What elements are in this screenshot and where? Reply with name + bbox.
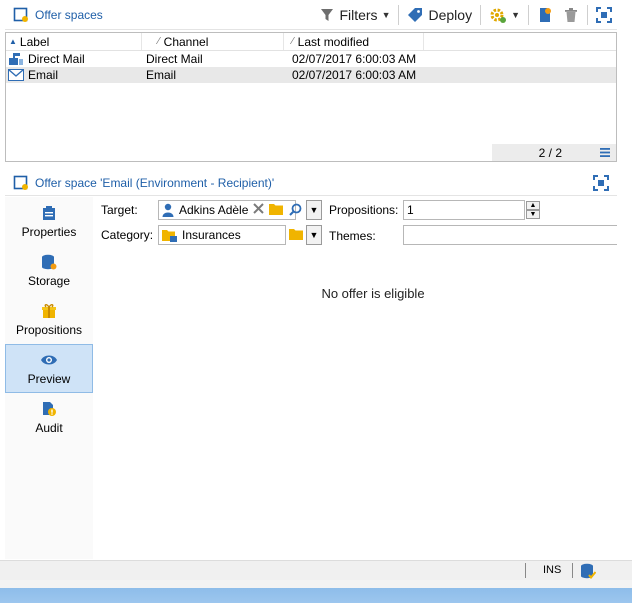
folder-icon[interactable] — [269, 203, 283, 215]
sort-ascending-icon: ▲ — [9, 37, 17, 46]
properties-icon — [42, 204, 56, 222]
record-count: 2 / 2 — [538, 145, 562, 160]
column-header-label[interactable]: ▲ Label — [6, 33, 142, 50]
table-row[interactable]: Email Email 02/07/2017 6:00:03 AM — [6, 67, 616, 83]
nav-properties[interactable]: Properties — [5, 197, 93, 246]
propositions-label: Propositions: — [329, 203, 399, 217]
propositions-decrement-button[interactable]: ▼ — [526, 210, 540, 219]
row-label: Email — [28, 68, 59, 82]
maximize-button[interactable] — [591, 3, 617, 27]
category-field[interactable]: Insurances — [158, 225, 286, 245]
deploy-icon — [407, 7, 423, 23]
expand-icon[interactable] — [593, 174, 609, 191]
themes-input[interactable] — [403, 225, 617, 245]
list-footer: 2 / 2 — [492, 144, 616, 161]
list-header: ▲ Label ⁄ Channel ⁄ Last modified — [6, 33, 616, 51]
clear-icon[interactable] — [253, 203, 264, 214]
target-dropdown-button[interactable]: ▼ — [306, 200, 322, 220]
offer-space-icon — [13, 7, 29, 23]
chevron-up-icon: ▲ — [529, 202, 537, 209]
window-bottom-bar — [0, 580, 632, 603]
eye-icon — [40, 351, 58, 369]
new-button[interactable] — [532, 3, 558, 27]
row-label: Direct Mail — [28, 52, 85, 66]
status-divider — [525, 563, 526, 578]
offer-spaces-title: Offer spaces — [13, 7, 103, 23]
category-label: Category: — [101, 228, 154, 242]
detail-title: Offer space 'Email (Environment - Recipi… — [35, 175, 275, 190]
offer-spaces-toolbar: Offer spaces Filters ▼ Deploy ▼ — [5, 0, 617, 30]
detail-sidebar: Properties Storage Propositions Preview … — [5, 197, 93, 559]
audit-icon — [41, 400, 57, 418]
themes-label: Themes: — [329, 229, 376, 243]
column-header-channel[interactable]: ⁄ Channel — [142, 33, 284, 50]
direct-mail-icon — [8, 52, 24, 66]
sort-indicator-icon: ⁄ — [158, 36, 160, 47]
search-icon[interactable] — [289, 203, 302, 216]
propositions-increment-button[interactable]: ▲ — [526, 201, 540, 210]
envelope-icon — [8, 69, 24, 81]
toolbar-divider — [480, 4, 482, 25]
chevron-down-icon: ▼ — [309, 205, 319, 215]
row-channel: Email — [146, 68, 177, 82]
category-value: Insurances — [182, 228, 241, 242]
column-header-last-modified[interactable]: ⁄ Last modified — [284, 33, 424, 50]
database-status-icon[interactable] — [580, 563, 596, 579]
empty-state-message: No offer is eligible — [321, 286, 425, 301]
chevron-down-icon: ▼ — [529, 211, 537, 218]
chevron-down-icon: ▼ — [381, 9, 391, 20]
toolbar-divider — [587, 4, 588, 25]
row-channel: Direct Mail — [146, 52, 203, 66]
detail-header: Offer space 'Email (Environment - Recipi… — [5, 170, 617, 196]
status-divider — [572, 563, 573, 578]
chevron-down-icon: ▼ — [309, 230, 319, 240]
list-menu-icon[interactable] — [600, 148, 610, 157]
target-value: Adkins Adèle — [179, 203, 249, 217]
database-icon — [41, 253, 57, 271]
toolbar-divider — [528, 4, 529, 25]
gift-icon — [41, 302, 57, 320]
propositions-input[interactable]: 1 — [403, 200, 525, 220]
actions-menu-button[interactable]: ▼ — [484, 3, 525, 27]
sort-indicator-icon: ⁄ — [292, 36, 294, 47]
folder-icon[interactable] — [289, 228, 303, 240]
category-dropdown-button[interactable]: ▼ — [306, 225, 322, 245]
target-label: Target: — [101, 203, 138, 217]
expand-icon — [596, 6, 612, 23]
row-last-modified: 02/07/2017 6:00:03 AM — [292, 52, 417, 66]
insert-mode-indicator: INS — [543, 564, 562, 576]
deploy-button[interactable]: Deploy — [402, 3, 477, 27]
row-last-modified: 02/07/2017 6:00:03 AM — [292, 68, 417, 82]
nav-audit[interactable]: Audit — [5, 393, 93, 442]
table-row[interactable]: Direct Mail Direct Mail 02/07/2017 6:00:… — [6, 51, 616, 67]
trash-icon — [563, 7, 579, 23]
preview-panel: Target: Adkins Adèle ▼ Propositions: 1 ▲… — [93, 197, 617, 559]
offer-spaces-list: ▲ Label ⁄ Channel ⁄ Last modified Direct… — [5, 32, 617, 162]
delete-button[interactable] — [558, 3, 584, 27]
nav-storage[interactable]: Storage — [5, 246, 93, 295]
offer-space-icon — [13, 175, 29, 191]
user-icon — [162, 203, 174, 217]
new-document-icon — [537, 7, 553, 23]
nav-preview[interactable]: Preview — [5, 344, 93, 393]
filters-button[interactable]: Filters ▼ — [315, 3, 395, 27]
nav-propositions[interactable]: Propositions — [5, 295, 93, 344]
funnel-icon — [320, 8, 334, 22]
gear-icon — [489, 6, 507, 24]
toolbar-divider — [398, 4, 400, 25]
category-folder-icon — [162, 229, 177, 242]
chevron-down-icon: ▼ — [511, 9, 520, 20]
status-bar: INS — [0, 560, 632, 580]
